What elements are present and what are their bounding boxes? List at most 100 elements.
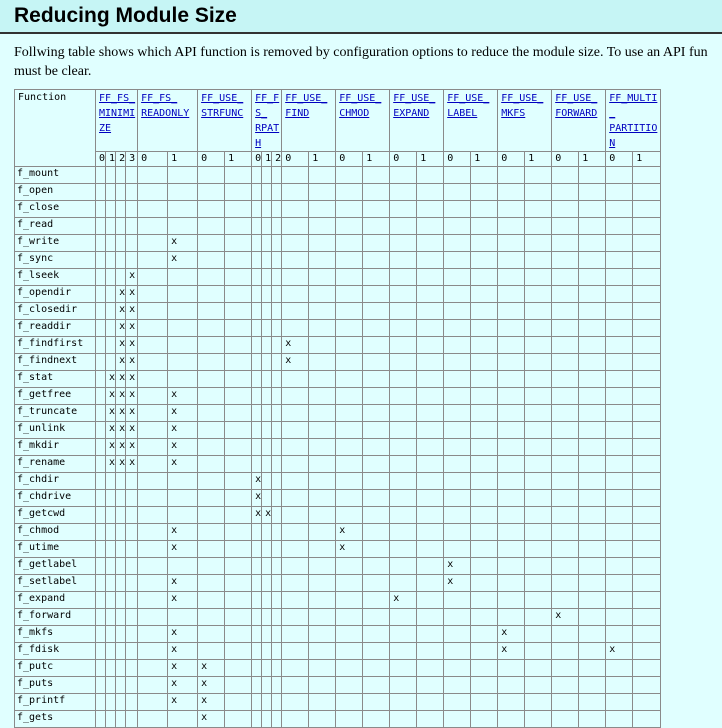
option-header-link[interactable]: FF_USE_ LABEL [443, 89, 499, 152]
removal-mark-cell [137, 353, 169, 371]
removal-mark-cell: x [115, 438, 127, 456]
removal-mark-cell [632, 506, 662, 524]
removal-mark-cell [524, 455, 553, 473]
option-value-header: 1 [362, 151, 391, 167]
removal-mark-cell [443, 489, 472, 507]
removal-mark-cell [389, 693, 418, 711]
removal-mark-cell: x [281, 353, 310, 371]
removal-mark-cell [94, 234, 107, 252]
function-name-cell: f_findnext [14, 353, 96, 371]
removal-mark-cell [362, 404, 391, 422]
removal-mark-cell [125, 591, 139, 609]
removal-mark-cell [497, 574, 526, 592]
removal-mark-cell [261, 625, 273, 643]
removal-mark-cell [137, 472, 169, 490]
removal-mark-cell: x [105, 421, 117, 439]
removal-mark-cell [271, 302, 283, 320]
removal-mark-cell [224, 319, 253, 337]
removal-mark-cell [335, 166, 364, 184]
removal-mark-cell [524, 574, 553, 592]
removal-mark-cell [94, 319, 107, 337]
removal-mark-cell [308, 591, 337, 609]
intro-line: must be clear. [14, 64, 92, 79]
removal-mark-cell [105, 659, 117, 677]
removal-mark-cell [335, 489, 364, 507]
option-header-link[interactable]: FF_USE_ MKFS [497, 89, 553, 152]
option-header-link[interactable]: FF_FS_ RPATH [251, 89, 283, 152]
option-header-link[interactable]: FF_FS_ READONLY [137, 89, 199, 152]
removal-mark-cell [605, 387, 634, 405]
option-value-header: 1 [416, 151, 445, 167]
removal-mark-cell [551, 455, 580, 473]
removal-mark-cell [389, 540, 418, 558]
removal-mark-cell: x [105, 370, 117, 388]
option-value-header: 0 [197, 151, 226, 167]
removal-mark-cell [578, 387, 607, 405]
removal-mark-cell [125, 251, 139, 269]
removal-mark-cell [605, 353, 634, 371]
option-value-header: 0 [281, 151, 310, 167]
option-header-link[interactable]: FF_USE_ FORWARD [551, 89, 607, 152]
removal-mark-cell [105, 217, 117, 235]
removal-mark-cell: x [115, 302, 127, 320]
option-header-link[interactable]: FF_MULTI_ PARTITION [605, 89, 662, 152]
removal-mark-cell: x [125, 336, 139, 354]
removal-mark-cell [362, 625, 391, 643]
removal-mark-cell [578, 693, 607, 711]
removal-mark-cell [362, 268, 391, 286]
removal-mark-cell [524, 676, 553, 694]
option-header-link[interactable]: FF_USE_ STRFUNC [197, 89, 253, 152]
removal-mark-cell [261, 319, 273, 337]
removal-mark-cell: x [125, 319, 139, 337]
removal-mark-cell [308, 166, 337, 184]
removal-mark-cell [271, 370, 283, 388]
removal-mark-cell [443, 421, 472, 439]
removal-mark-cell [578, 183, 607, 201]
removal-mark-cell: x [251, 489, 263, 507]
removal-mark-cell [167, 319, 199, 337]
removal-mark-cell [94, 574, 107, 592]
removal-mark-cell [524, 710, 553, 728]
removal-mark-cell [497, 523, 526, 541]
removal-mark-cell [105, 625, 117, 643]
removal-mark-cell [167, 268, 199, 286]
option-header-link[interactable]: FF_USE_ EXPAND [389, 89, 445, 152]
removal-mark-cell [224, 370, 253, 388]
removal-mark-cell [115, 523, 127, 541]
removal-mark-cell [271, 285, 283, 303]
removal-mark-cell [197, 285, 226, 303]
removal-mark-cell [443, 166, 472, 184]
removal-mark-cell [271, 387, 283, 405]
removal-mark-cell [308, 336, 337, 354]
removal-mark-cell [115, 217, 127, 235]
removal-mark-cell [251, 353, 263, 371]
removal-mark-cell [335, 268, 364, 286]
removal-mark-cell [497, 234, 526, 252]
table-row: f_mkfs x x [14, 625, 662, 643]
removal-mark-cell [632, 591, 662, 609]
removal-mark-cell [251, 404, 263, 422]
removal-mark-cell [125, 659, 139, 677]
option-header-line: MINIMIZE [99, 108, 136, 134]
option-header-link[interactable]: FF_USE_ FIND [281, 89, 337, 152]
removal-mark-cell [224, 455, 253, 473]
removal-mark-cell [94, 489, 107, 507]
removal-mark-cell [470, 608, 499, 626]
removal-mark-cell [362, 540, 391, 558]
removal-mark-cell [524, 370, 553, 388]
removal-mark-cell: x [115, 387, 127, 405]
removal-mark-cell [251, 268, 263, 286]
removal-mark-cell [105, 251, 117, 269]
removal-mark-cell [443, 642, 472, 660]
removal-mark-cell [524, 608, 553, 626]
removal-mark-cell [605, 234, 634, 252]
removal-mark-cell [251, 676, 263, 694]
removal-mark-cell [524, 489, 553, 507]
removal-mark-cell [470, 251, 499, 269]
removal-mark-cell [524, 353, 553, 371]
option-header-link[interactable]: FF_USE_ CHMOD [335, 89, 391, 152]
removal-mark-cell [497, 319, 526, 337]
option-header-link[interactable]: FF_FS_ MINIMIZE [94, 89, 139, 152]
removal-mark-cell [416, 183, 445, 201]
removal-mark-cell [271, 234, 283, 252]
